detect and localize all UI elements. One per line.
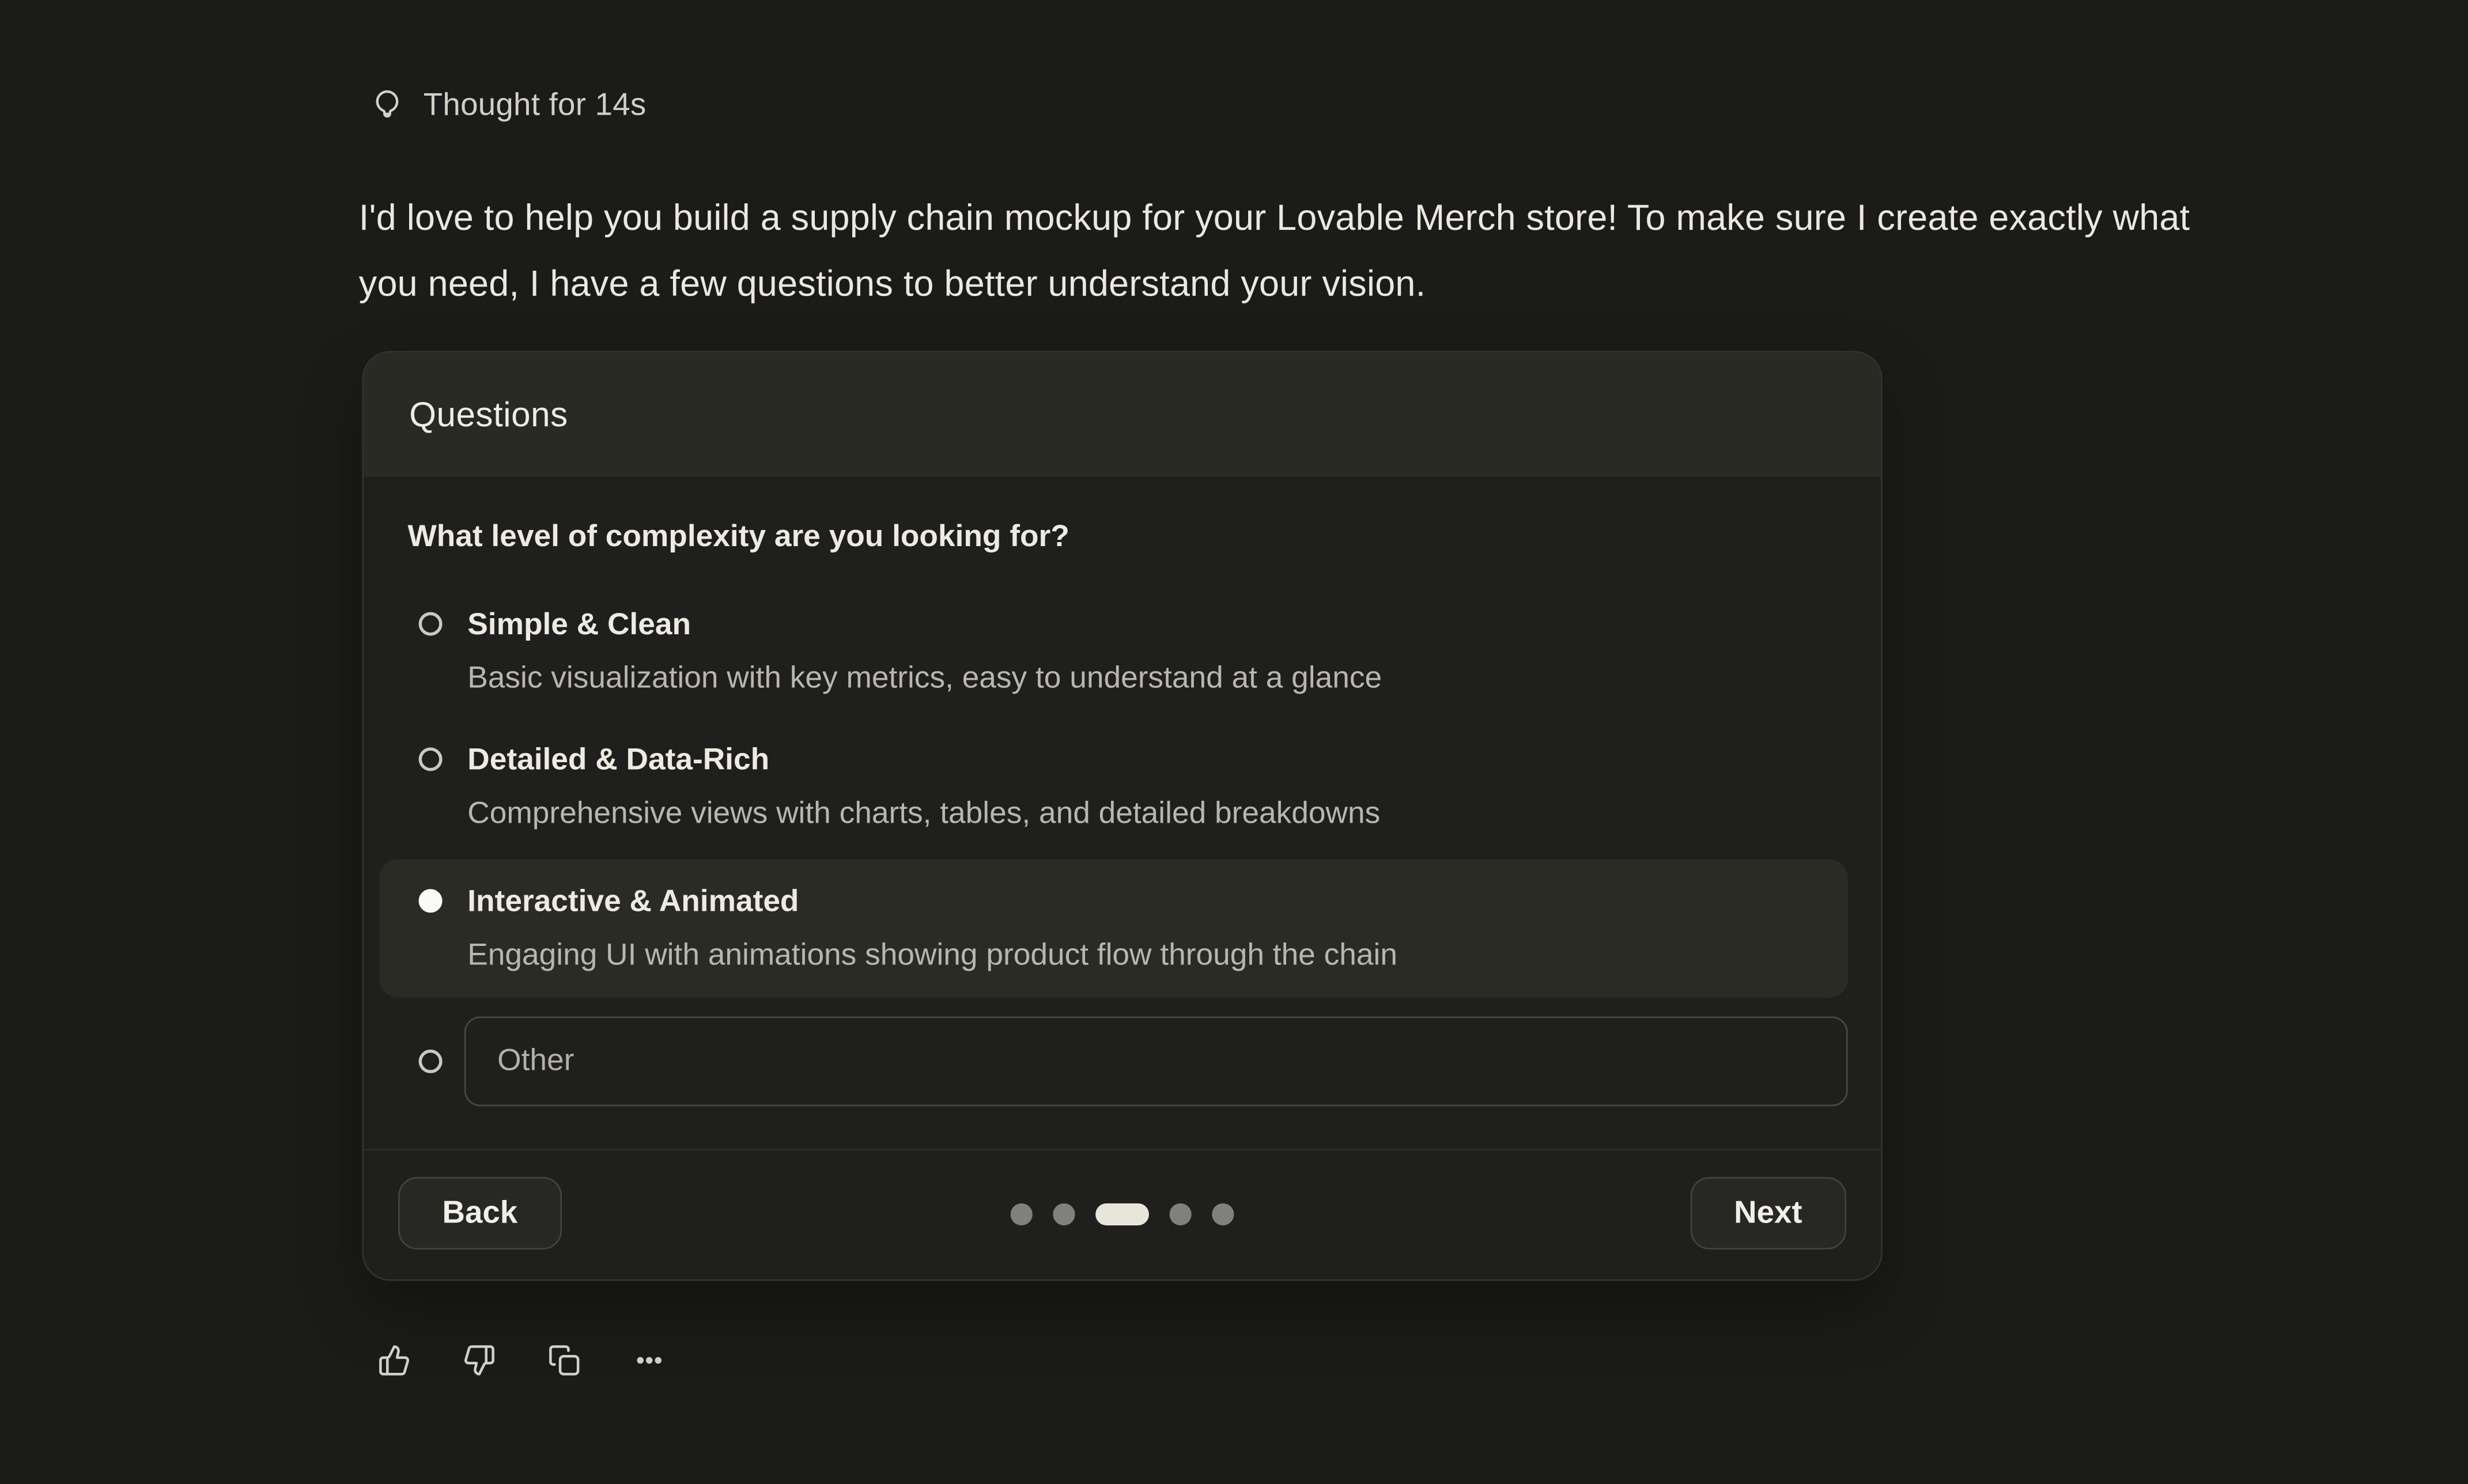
copy-icon[interactable] — [548, 1344, 581, 1377]
thought-label: Thought for 14s — [424, 88, 647, 124]
pagination-dot — [1212, 1203, 1234, 1225]
card-footer: Back Next — [364, 1150, 1881, 1279]
pagination-dot-active — [1095, 1203, 1149, 1225]
radio-unselected-icon[interactable] — [419, 612, 443, 636]
option-label: Simple & Clean — [467, 598, 1382, 652]
option-other — [379, 1017, 1847, 1107]
option-simple-clean[interactable]: Simple & Clean Basic visualization with … — [379, 589, 1847, 715]
thumbs-down-icon[interactable] — [463, 1344, 496, 1377]
lightbulb-icon — [368, 86, 406, 124]
radio-unselected-icon[interactable] — [419, 1050, 443, 1073]
assistant-message: Thought for 14s I'd love to help you bui… — [0, 0, 2468, 1377]
card-body: What level of complexity are you looking… — [364, 519, 1881, 1279]
radio-selected-icon[interactable] — [419, 889, 443, 913]
option-label: Detailed & Data-Rich — [467, 733, 1380, 787]
question-title: What level of complexity are you looking… — [407, 519, 1847, 555]
option-label: Interactive & Animated — [467, 875, 1397, 929]
more-options-icon[interactable] — [633, 1344, 666, 1377]
pagination-dot — [1170, 1203, 1192, 1225]
radio-unselected-icon[interactable] — [419, 747, 443, 771]
option-description: Comprehensive views with charts, tables,… — [467, 787, 1380, 841]
option-description: Basic visualization with key metrics, ea… — [467, 652, 1382, 705]
questions-card: Questions What level of complexity are y… — [362, 351, 1883, 1281]
pagination-dot — [1053, 1203, 1075, 1225]
chat-screen: Thought for 14s I'd love to help you bui… — [0, 0, 2468, 1484]
option-interactive-animated[interactable]: Interactive & Animated Engaging UI with … — [379, 859, 1847, 997]
pagination-dot — [1011, 1203, 1033, 1225]
next-button[interactable]: Next — [1690, 1177, 1846, 1250]
pagination-dots — [1011, 1203, 1234, 1225]
message-actions — [378, 1344, 2468, 1377]
other-option-input[interactable] — [464, 1017, 1848, 1107]
thumbs-up-icon[interactable] — [378, 1344, 411, 1377]
message-text: I'd love to help you build a supply chai… — [359, 184, 2197, 316]
card-header: Questions — [364, 353, 1881, 477]
thought-header[interactable]: Thought for 14s — [368, 86, 2468, 124]
option-description: Engaging UI with animations showing prod… — [467, 929, 1397, 982]
option-detailed-data-rich[interactable]: Detailed & Data-Rich Comprehensive views… — [379, 724, 1847, 850]
card-title: Questions — [409, 394, 568, 435]
back-button[interactable]: Back — [398, 1177, 562, 1250]
